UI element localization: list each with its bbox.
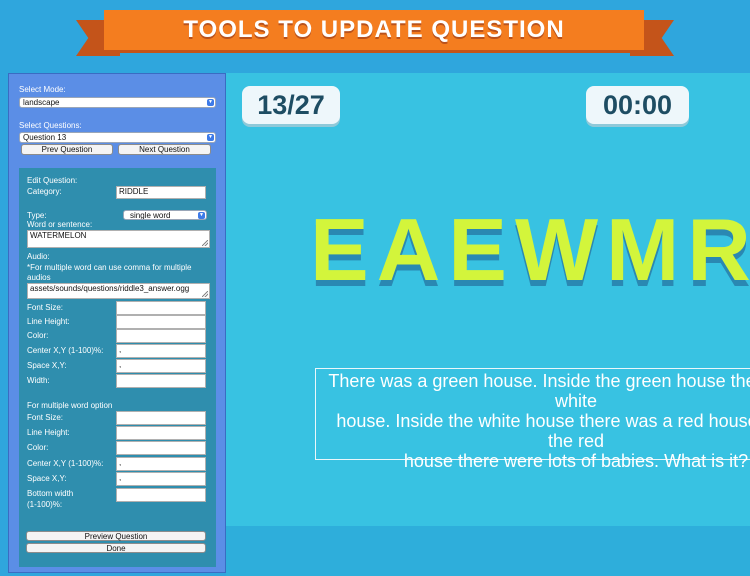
game-stage: 13/27 00:00 EAEWMRO There was a green ho… — [226, 73, 750, 576]
next-question-button[interactable]: Next Question — [118, 144, 211, 155]
multi-font-size-label: Font Size: — [27, 413, 64, 422]
center-label: Center X,Y (1-100)%: — [27, 346, 104, 355]
center-input-value: , — [119, 345, 122, 354]
mode-label: Select Mode: — [19, 85, 66, 94]
riddle-line-2: house. Inside the white house there was … — [336, 411, 750, 451]
page-title: TOOLS TO UPDATE QUESTION — [183, 16, 565, 43]
resize-handle-icon[interactable] — [202, 291, 208, 297]
line-height-input[interactable] — [116, 315, 206, 329]
font-size-label: Font Size: — [27, 303, 64, 312]
multi-space-label: Space X,Y: — [27, 474, 67, 483]
multi-space-input[interactable]: , — [116, 472, 206, 486]
multi-center-label: Center X,Y (1-100)%: — [27, 459, 104, 468]
audio-note-cont: audios — [27, 273, 51, 282]
line-height-label: Line Height: — [27, 317, 70, 326]
color-label: Color: — [27, 331, 49, 340]
question-select-value: Question 13 — [23, 133, 67, 142]
multi-font-size-input[interactable] — [116, 411, 206, 425]
category-label: Category: — [27, 187, 62, 196]
prev-question-button[interactable]: Prev Question — [21, 144, 113, 155]
chevron-down-icon: ▼ — [198, 212, 205, 219]
edit-question-heading: Edit Question: — [27, 176, 78, 185]
multi-center-input-value: , — [119, 458, 122, 467]
bottom-width-input[interactable] — [116, 488, 206, 502]
riddle-text: There was a green house. Inside the gree… — [326, 371, 750, 471]
multi-word-heading: For multiple word option — [27, 401, 113, 410]
word-textarea-value: WATERMELON — [30, 231, 87, 240]
audio-label: Audio: — [27, 252, 50, 261]
timer: 00:00 — [586, 86, 689, 124]
center-input[interactable]: , — [116, 344, 206, 358]
chevron-down-icon: ▼ — [207, 134, 214, 141]
space-label: Space X,Y: — [27, 361, 67, 370]
multi-line-height-input[interactable] — [116, 426, 206, 440]
multi-center-input[interactable]: , — [116, 457, 206, 471]
riddle-line-3: house there were lots of babies. What is… — [403, 451, 749, 471]
scrambled-word: EAEWMRO — [310, 200, 750, 299]
type-select-value: single word — [130, 211, 171, 220]
type-select[interactable]: single word ▼ — [123, 210, 207, 220]
word-label: Word or sentence: — [27, 220, 93, 229]
audio-textarea[interactable]: assets/sounds/questions/riddle3_answer.o… — [27, 283, 210, 299]
mode-select-value: landscape — [23, 98, 60, 107]
resize-handle-icon[interactable] — [202, 240, 208, 246]
space-input[interactable]: , — [116, 359, 206, 373]
category-input[interactable]: RIDDLE — [116, 186, 206, 199]
color-input[interactable] — [116, 329, 206, 343]
multi-color-label: Color: — [27, 443, 49, 452]
width-input[interactable] — [116, 374, 206, 388]
questions-label: Select Questions: — [19, 121, 82, 130]
chevron-down-icon: ▼ — [207, 99, 214, 106]
multi-space-input-value: , — [119, 473, 122, 482]
editor-panel: Select Mode: landscape ▼ Select Question… — [8, 73, 226, 573]
done-button[interactable]: Done — [26, 543, 206, 553]
audio-note: *For multiple word can use comma for mul… — [27, 263, 192, 272]
audio-textarea-value: assets/sounds/questions/riddle3_answer.o… — [30, 284, 190, 293]
multi-color-input[interactable] — [116, 441, 206, 455]
multi-line-height-label: Line Height: — [27, 428, 70, 437]
mode-select[interactable]: landscape ▼ — [19, 97, 216, 108]
edit-question-section: Edit Question: Category: RIDDLE Type: si… — [19, 168, 216, 567]
preview-question-button[interactable]: Preview Question — [26, 531, 206, 541]
stage-floor — [226, 526, 750, 576]
question-select[interactable]: Question 13 ▼ — [19, 132, 216, 143]
riddle-box: There was a green house. Inside the gree… — [315, 368, 750, 471]
bottom-width-label: Bottom width — [27, 489, 74, 498]
title-banner: TOOLS TO UPDATE QUESTION — [104, 10, 644, 50]
font-size-input[interactable] — [116, 301, 206, 315]
question-counter: 13/27 — [242, 86, 340, 124]
riddle-line-1: There was a green house. Inside the gree… — [328, 371, 750, 411]
bottom-width-label-cont: (1-100)%: — [27, 500, 63, 509]
category-input-value: RIDDLE — [119, 187, 149, 196]
width-label: Width: — [27, 376, 50, 385]
space-input-value: , — [119, 360, 122, 369]
word-textarea[interactable]: WATERMELON — [27, 230, 210, 248]
